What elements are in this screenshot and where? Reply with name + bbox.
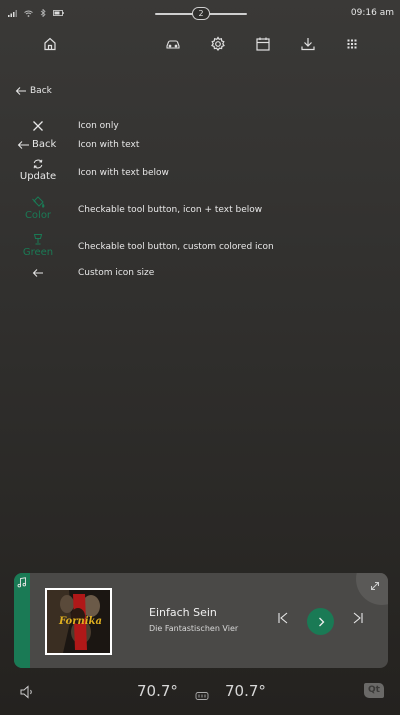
arrow-left-icon bbox=[15, 87, 26, 95]
arrow-left-icon bbox=[17, 140, 29, 149]
next-track-button[interactable] bbox=[350, 610, 366, 626]
update-tool-button[interactable]: Update bbox=[8, 158, 68, 183]
update-tool-button-label: Update bbox=[19, 171, 57, 182]
status-bar: 2 09:16 am bbox=[0, 0, 400, 28]
calendar-icon[interactable] bbox=[254, 35, 272, 53]
track-title: Einfach Sein bbox=[149, 606, 217, 619]
seat-heater-icon bbox=[195, 692, 209, 700]
album-cover-text: Fornika bbox=[58, 616, 102, 627]
paint-bucket-icon bbox=[32, 196, 45, 208]
media-accent-strip bbox=[14, 573, 30, 668]
back-link-label: Back bbox=[30, 86, 52, 96]
back-tool-button[interactable]: Back bbox=[17, 139, 56, 150]
track-artist: Die Fantastischen Vier bbox=[149, 624, 239, 633]
gear-icon[interactable] bbox=[209, 35, 227, 53]
album-cover: Fornika bbox=[45, 588, 112, 655]
row-description: Checkable tool button, icon + text below bbox=[78, 205, 263, 215]
color-tool-button[interactable]: Color bbox=[8, 196, 68, 222]
previous-track-button[interactable] bbox=[275, 610, 291, 626]
row-description: Icon with text below bbox=[78, 168, 169, 178]
color-tool-button-label: Color bbox=[24, 210, 52, 221]
download-icon[interactable] bbox=[299, 35, 317, 53]
speaker-icon bbox=[20, 685, 32, 699]
car-icon[interactable] bbox=[164, 35, 182, 53]
expand-icon bbox=[371, 582, 379, 590]
clock: 09:16 am bbox=[350, 8, 394, 18]
arrow-left-icon bbox=[32, 269, 43, 277]
row-description: Checkable tool button, custom colored ic… bbox=[78, 242, 274, 252]
bluetooth-icon bbox=[40, 9, 46, 17]
media-player-card[interactable]: Fornika Einfach Sein Die Fantastischen V… bbox=[14, 573, 388, 668]
battery-icon bbox=[53, 10, 64, 16]
right-temperature[interactable]: 70.7° bbox=[225, 682, 266, 700]
icon-only-tool-button[interactable] bbox=[8, 120, 68, 132]
lamp-icon bbox=[33, 234, 43, 245]
green-tool-button-label: Green bbox=[22, 247, 54, 258]
skip-next-icon bbox=[353, 612, 363, 624]
row-description: Icon with text bbox=[78, 140, 140, 150]
refresh-icon bbox=[33, 159, 43, 169]
seat-heater-button[interactable] bbox=[195, 686, 209, 705]
close-icon bbox=[33, 121, 43, 131]
green-tool-button[interactable]: Green bbox=[8, 233, 68, 259]
custom-size-tool-button[interactable] bbox=[8, 268, 68, 278]
back-link[interactable]: Back bbox=[15, 86, 52, 96]
volume-button[interactable] bbox=[19, 684, 35, 703]
row-description: Custom icon size bbox=[78, 268, 155, 278]
home-icon[interactable] bbox=[41, 35, 59, 53]
apps-grid-icon[interactable] bbox=[343, 35, 361, 53]
left-temperature[interactable]: 70.7° bbox=[137, 682, 178, 700]
wifi-icon bbox=[24, 10, 33, 17]
notification-count-badge[interactable]: 2 bbox=[192, 7, 210, 20]
signal-icon bbox=[8, 9, 17, 17]
row-description: Icon only bbox=[78, 121, 119, 131]
play-button[interactable] bbox=[307, 608, 334, 635]
skip-previous-icon bbox=[278, 612, 288, 624]
qt-logo: Qt bbox=[364, 683, 384, 698]
status-icons bbox=[8, 9, 64, 17]
chevron-right-icon bbox=[318, 617, 324, 626]
back-tool-button-label: Back bbox=[32, 139, 57, 150]
music-note-icon bbox=[17, 577, 27, 588]
